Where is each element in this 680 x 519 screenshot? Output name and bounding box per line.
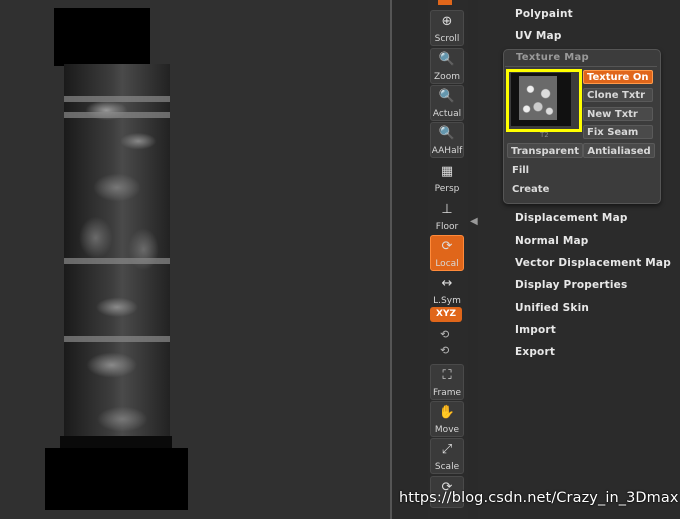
actual-label: Actual [432, 109, 462, 119]
rotate-z-icon[interactable]: ⟲ [440, 344, 449, 357]
frame-button[interactable]: ⛶ Frame [430, 364, 464, 400]
aahalf-label: AAHalf [431, 146, 463, 156]
clone-txtr-button[interactable]: Clone Txtr [583, 88, 653, 102]
pillar-band [64, 96, 170, 102]
watermark-text: https://blog.csdn.net/Crazy_in_3Dmax [399, 490, 679, 506]
menu-displacement-map[interactable]: Displacement Map [515, 212, 628, 224]
fix-seam-button[interactable]: Fix Seam [583, 125, 653, 139]
local-label: Local [435, 259, 459, 269]
aahalf-button[interactable]: 🔍 AAHalf [430, 122, 464, 158]
rotate-y-icon[interactable]: ⟲ [440, 328, 449, 341]
transparent-toggle[interactable]: Transparent [507, 143, 583, 158]
menu-export[interactable]: Export [515, 346, 555, 358]
pillar-band [64, 258, 170, 264]
new-txtr-button[interactable]: New Txtr [583, 107, 653, 121]
frame-label: Frame [432, 388, 462, 398]
move-icon: ✋ [438, 405, 456, 420]
zoom-icon: 🔍 [438, 52, 456, 67]
menu-normal-map[interactable]: Normal Map [515, 235, 589, 247]
menu-polypaint[interactable]: Polypaint [515, 8, 573, 20]
scale-label: Scale [434, 462, 460, 472]
zoom-button[interactable]: 🔍 Zoom [430, 48, 464, 84]
antialiased-toggle[interactable]: Antialiased [583, 143, 655, 158]
aahalf-icon: 🔍 [438, 126, 456, 141]
actual-size-icon: 🔍 [438, 89, 456, 104]
panel-collapse-arrow[interactable]: ◀ [470, 216, 478, 227]
floor-button[interactable]: ⊥ Floor [430, 198, 464, 234]
menu-import[interactable]: Import [515, 324, 556, 336]
scale-button[interactable]: ⤢ Scale [430, 438, 464, 474]
scroll-label: Scroll [434, 34, 460, 44]
texture-map-title[interactable]: Texture Map [516, 52, 589, 63]
local-button[interactable]: ⟳ Local [430, 235, 464, 271]
scroll-button[interactable]: ⊕ Scroll [430, 10, 464, 46]
texture-thumbnail-caption: T2 [540, 131, 549, 139]
frame-icon: ⛶ [442, 368, 452, 383]
pillar-top-cap [54, 8, 150, 66]
fill-button[interactable]: Fill [512, 165, 529, 176]
pillar-band [64, 112, 170, 118]
texture-thumbnail-image [519, 76, 557, 120]
scroll-icon: ⊕ [441, 14, 453, 29]
floor-label: Floor [435, 222, 459, 232]
menu-uv-map[interactable]: UV Map [515, 30, 562, 42]
local-symmetry-icon: ↔ [441, 276, 453, 291]
xyz-rotation-button[interactable]: XYZ [430, 307, 462, 322]
viewport-border [390, 0, 392, 519]
actual-button[interactable]: 🔍 Actual [430, 85, 464, 121]
move-label: Move [434, 425, 460, 435]
active-indicator [438, 0, 452, 5]
menu-display-properties[interactable]: Display Properties [515, 279, 627, 291]
pillar-base [45, 448, 188, 510]
popup-divider [505, 66, 657, 67]
right-shelf-toolbar: ⊕ Scroll 🔍 Zoom 🔍 Actual 🔍 AAHalf ▦ Pers… [428, 0, 468, 519]
scale-icon: ⤢ [441, 442, 453, 457]
menu-unified-skin[interactable]: Unified Skin [515, 302, 589, 314]
local-icon: ⟳ [441, 239, 453, 254]
viewport-canvas[interactable] [0, 0, 390, 519]
zoom-label: Zoom [434, 72, 460, 82]
lsym-label: L.Sym [433, 296, 461, 306]
persp-button[interactable]: ▦ Persp [430, 160, 464, 196]
texture-on-toggle[interactable]: Texture On [583, 70, 653, 84]
floor-icon: ⊥ [441, 202, 453, 217]
pillar-carved-body [64, 64, 170, 450]
menu-vector-displacement-map[interactable]: Vector Displacement Map [515, 257, 671, 269]
create-button[interactable]: Create [512, 184, 549, 195]
perspective-icon: ▦ [440, 164, 454, 179]
lsym-button[interactable]: ↔ L.Sym [430, 272, 464, 308]
pillar-band [64, 336, 170, 342]
persp-label: Persp [434, 184, 460, 194]
move-button[interactable]: ✋ Move [430, 401, 464, 437]
